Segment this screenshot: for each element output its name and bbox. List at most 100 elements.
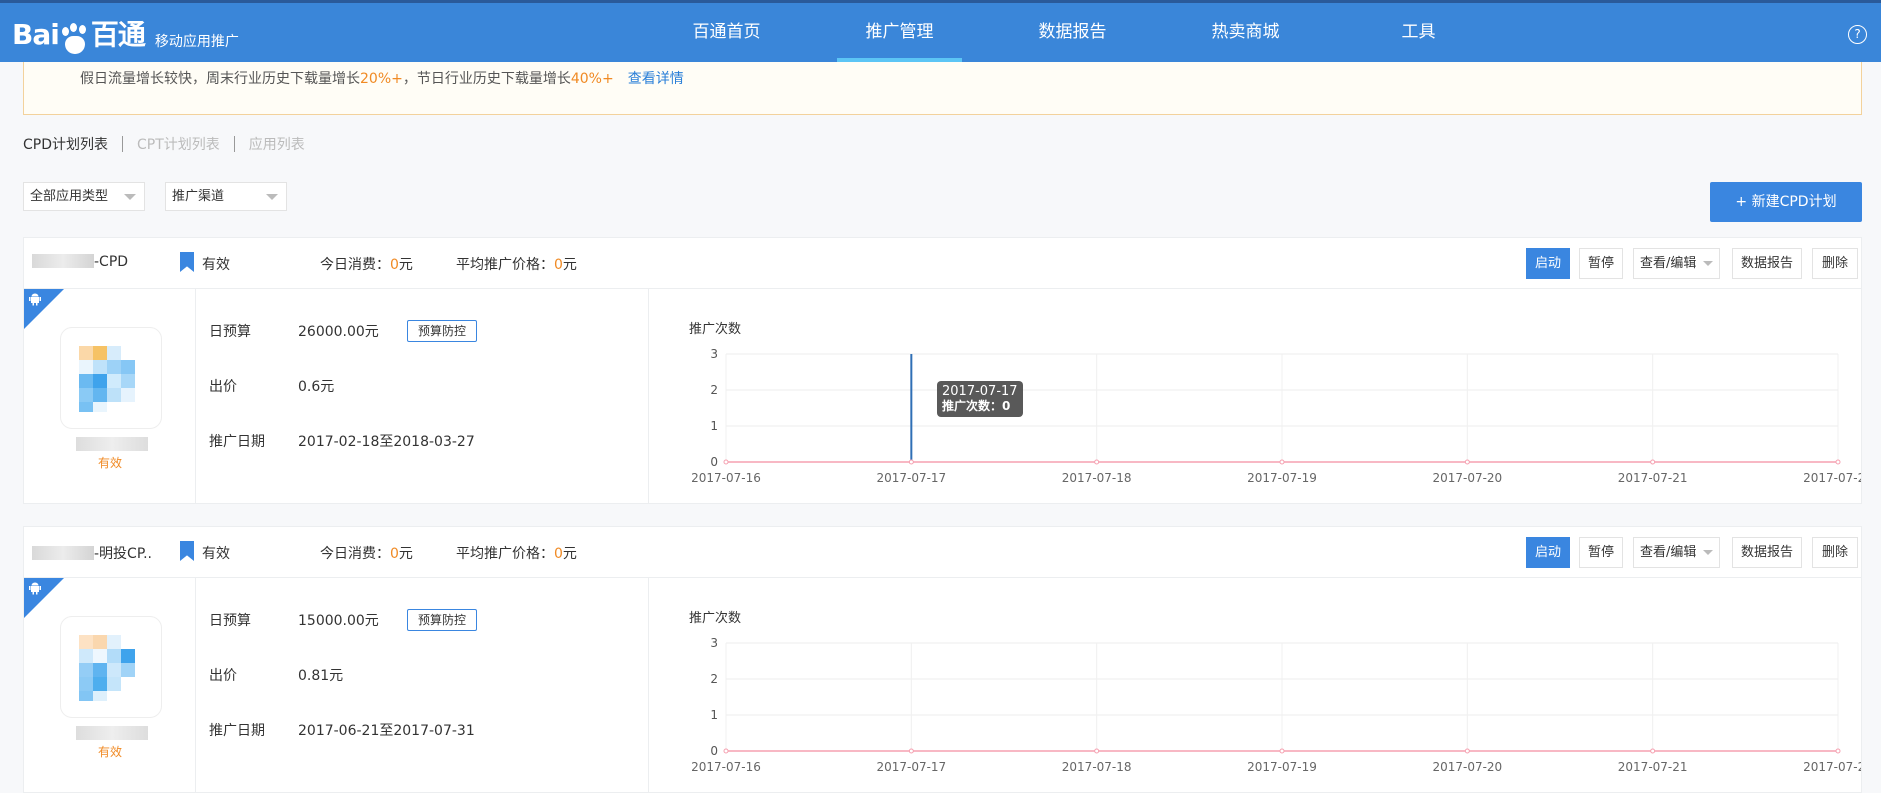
notice-details-link[interactable]: 查看详情 [628, 71, 684, 87]
data-point [908, 459, 914, 465]
main-nav: 百通首页 推广管理 数据报告 热卖商城 工具 [640, 3, 1505, 62]
avg-price-label: 平均推广价格： [456, 546, 554, 562]
channel-select[interactable]: 推广渠道 [165, 182, 287, 211]
tab-cpd-plans[interactable]: CPD计划列表 [23, 134, 108, 154]
start-button[interactable]: 启动 [1526, 537, 1570, 568]
chart-svg: 0 1 2 3 2017-07-16 2017-07-17 2017-07-18 2017-0… [691, 347, 1861, 485]
redacted-app-name [76, 437, 148, 451]
avg-price-value: 0 [554, 546, 563, 562]
notice-value2: 40%+ [570, 71, 614, 87]
notice-text: 假日流量增长较快，周末行业历史下载量增长20%+，节日行业历史下载量增长40%+… [80, 68, 684, 88]
budget-control-button[interactable]: 预算防控 [407, 320, 477, 342]
y-tick-label: 2 [710, 672, 718, 686]
nav-promotion-management[interactable]: 推广管理 [813, 3, 986, 62]
chart-svg: 0 1 2 3 2017-07-16 2017-07-17 2017-07-18 2017-0… [691, 636, 1861, 774]
plan-name-suffix: -CPD [94, 254, 129, 270]
x-tick-label: 2017-07-18 [1062, 760, 1132, 774]
view-edit-dropdown[interactable]: 查看/编辑 [1633, 537, 1720, 568]
today-cost-value: 0 [390, 546, 399, 562]
redacted-app-name [76, 726, 148, 740]
y-tick-label: 1 [710, 708, 718, 722]
data-point [1094, 748, 1100, 754]
plan-status: 有效 [202, 546, 230, 562]
notice-banner: 假日流量增长较快，周末行业历史下载量增长20%+，节日行业历史下载量增长40%+… [23, 62, 1862, 115]
promotion-count-chart: 推广次数 0 1 2 3 2017-07-16 2017-07-17 2017-07-18 2… [650, 289, 1861, 503]
paw-icon [60, 23, 90, 55]
y-tick-label: 1 [710, 419, 718, 433]
plan-header: -CPD 有效 今日消费：0元 平均推广价格：0元 启动 暂停 查看/编辑 数据… [24, 238, 1861, 289]
help-icon[interactable]: ? [1848, 25, 1867, 44]
plan-info-panel: 日预算 15000.00元 预算防控 出价 0.81元 推广日期 2017-06… [197, 578, 649, 792]
x-tick-label: 2017-07-22 [1803, 471, 1861, 485]
bid-value: 0.6元 [298, 379, 335, 395]
pause-button[interactable]: 暂停 [1579, 537, 1623, 568]
avg-price: 平均推广价格：0元 [456, 254, 577, 274]
x-tick-label: 2017-07-21 [1618, 760, 1688, 774]
redacted-name [32, 546, 94, 560]
y-tick-label: 0 [710, 455, 718, 469]
top-navbar: Bai 百通 移动应用推广 百通首页 推广管理 数据报告 热卖商城 工具 ? [0, 0, 1881, 62]
daily-budget-label: 日预算 [209, 613, 251, 629]
pause-button[interactable]: 暂停 [1579, 248, 1623, 279]
android-badge [24, 289, 64, 329]
plan-name[interactable]: -明投CP.. [32, 543, 152, 563]
daily-budget-value: 15000.00元 [298, 613, 379, 629]
plan-card: -CPD 有效 今日消费：0元 平均推广价格：0元 启动 暂停 查看/编辑 数据… [23, 237, 1862, 504]
avg-price: 平均推广价格：0元 [456, 543, 577, 563]
delete-button[interactable]: 删除 [1812, 537, 1858, 568]
today-cost-unit: 元 [398, 257, 413, 273]
data-point [723, 459, 729, 465]
app-icon-panel: 有效 [24, 289, 196, 503]
today-cost-unit: 元 [398, 546, 413, 562]
app-type-select[interactable]: 全部应用类型 [23, 182, 145, 211]
bid-label: 出价 [209, 379, 237, 395]
android-badge [24, 578, 64, 618]
avg-price-unit: 元 [562, 546, 577, 562]
x-tick-label: 2017-07-22 [1803, 760, 1861, 774]
chevron-down-icon [266, 194, 278, 200]
x-tick-label: 2017-07-18 [1062, 471, 1132, 485]
plan-status: 有效 [202, 257, 230, 273]
chart-tooltip: 2017-07-17 推广次数：0 [937, 381, 1023, 417]
data-point [1650, 748, 1656, 754]
app-icon[interactable] [60, 327, 162, 429]
x-tick-label: 2017-07-21 [1618, 471, 1688, 485]
x-tick-label: 2017-07-16 [691, 471, 761, 485]
app-icon[interactable] [60, 616, 162, 718]
date-range-value: 2017-02-18至2018-03-27 [298, 434, 475, 450]
nav-tools[interactable]: 工具 [1332, 3, 1505, 62]
avg-price-label: 平均推广价格： [456, 257, 554, 273]
channel-select-value: 推广渠道 [172, 189, 225, 204]
x-tick-label: 2017-07-20 [1432, 760, 1502, 774]
promotion-count-chart: 推广次数 0 1 2 3 2017-07-16 2017-07-17 2017-07-18 2… [650, 578, 1861, 792]
nav-hot-mall[interactable]: 热卖商城 [1159, 3, 1332, 62]
data-point [1650, 459, 1656, 465]
delete-button[interactable]: 删除 [1812, 248, 1858, 279]
view-edit-dropdown[interactable]: 查看/编辑 [1633, 248, 1720, 279]
app-icon-panel: 有效 [24, 578, 196, 792]
data-report-button[interactable]: 数据报告 [1732, 248, 1802, 279]
today-cost-label: 今日消费： [320, 546, 390, 562]
y-tick-label: 0 [710, 744, 718, 758]
chevron-down-icon [1703, 550, 1713, 555]
notice-text-part1: 假日流量增长较快，周末行业历史下载量增长 [80, 71, 360, 87]
tab-app-list[interactable]: 应用列表 [249, 134, 305, 154]
data-point [1279, 459, 1285, 465]
data-report-button[interactable]: 数据报告 [1732, 537, 1802, 568]
plan-name[interactable]: -CPD [32, 254, 128, 270]
x-tick-label: 2017-07-16 [691, 760, 761, 774]
baidu-baitong-logo[interactable]: Bai 百通 移动应用推广 [12, 15, 239, 55]
tab-cpt-plans[interactable]: CPT计划列表 [137, 134, 220, 154]
new-cpd-plan-button[interactable]: + 新建CPD计划 [1710, 182, 1862, 222]
bid-value: 0.81元 [298, 668, 344, 684]
app-status: 有效 [97, 456, 122, 470]
data-point [1279, 748, 1285, 754]
start-button[interactable]: 启动 [1526, 248, 1570, 279]
nav-data-report[interactable]: 数据报告 [986, 3, 1159, 62]
chevron-down-icon [124, 194, 136, 200]
budget-control-button[interactable]: 预算防控 [407, 609, 477, 631]
notice-value1: 20%+ [360, 71, 403, 87]
nav-home[interactable]: 百通首页 [640, 3, 813, 62]
logo-text-left: Bai [12, 18, 60, 51]
data-point [1835, 459, 1841, 465]
